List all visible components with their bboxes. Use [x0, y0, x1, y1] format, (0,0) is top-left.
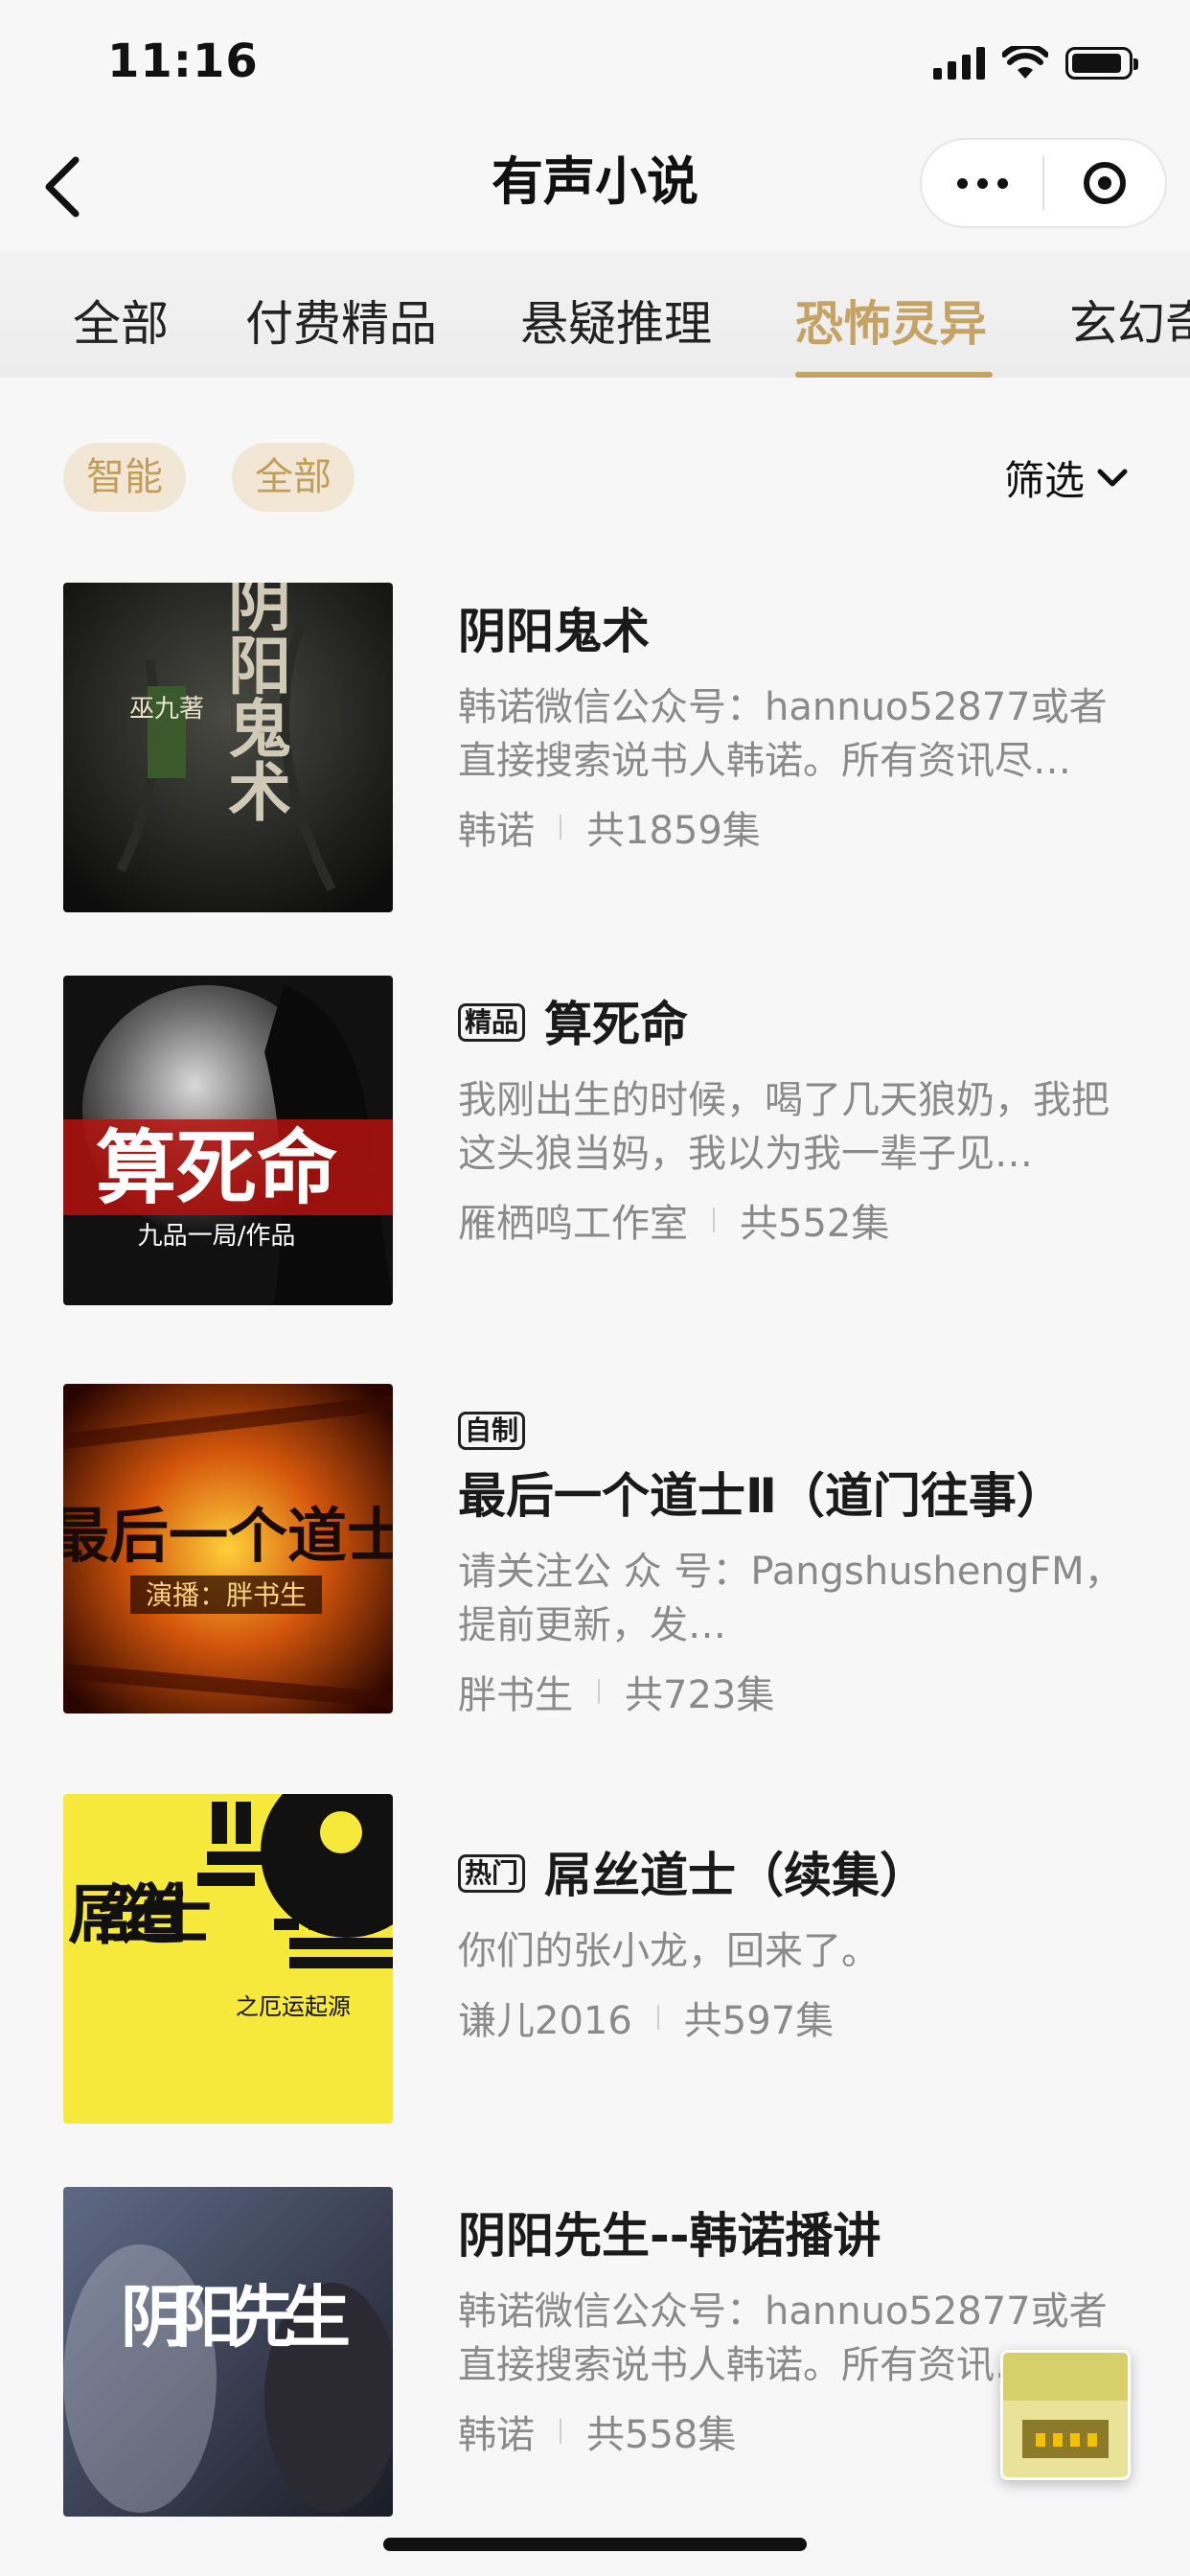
- cover-author: 巫九著: [129, 695, 204, 724]
- book-cover: 算死命 九品一局/作品: [63, 976, 393, 1305]
- back-button[interactable]: [19, 144, 105, 230]
- book-description: 我刚出生的时候，喝了几天狼奶，我把这头狼当妈，我以为我一辈子见…: [458, 1078, 1110, 1176]
- tab-fantasy[interactable]: 玄幻奇: [1069, 286, 1190, 355]
- active-tab-indicator: [795, 372, 993, 378]
- cover-author: 之厄运起源: [236, 1993, 351, 2020]
- status-time: 11:16: [107, 34, 259, 88]
- category-tabs: 全部 付费精品 悬疑推理 恐怖灵异 玄幻奇: [0, 251, 1190, 378]
- book-cover: 屌丝道士 之厄运起源: [63, 1794, 393, 2124]
- meta-divider: [656, 2005, 659, 2030]
- book-item[interactable]: 算死命 九品一局/作品 精品 算死命 我刚出生的时候，喝了几天狼奶，我把这头狼当妈…: [63, 976, 1136, 1305]
- book-author: 韩诺: [458, 809, 535, 853]
- cover-author: 演播：胖书生: [146, 1579, 307, 1611]
- book-tag: 自制: [458, 1412, 526, 1450]
- book-item[interactable]: 屌丝道士 之厄运起源 热门 屌丝道士（续集） 你们的张小龙，回来了。 谦儿2016…: [63, 1794, 1136, 2124]
- book-title-row: 热门 屌丝道士（续集）: [458, 1844, 1136, 1907]
- book-tag: 精品: [458, 1003, 526, 1042]
- book-episodes: 共723集: [625, 1673, 775, 1717]
- cover-author: 九品一局/作品: [138, 1222, 296, 1251]
- tab-all[interactable]: 全部: [73, 286, 169, 355]
- book-episodes: 共1859集: [586, 809, 761, 853]
- cover-title: 算死命: [96, 1120, 337, 1215]
- meta-divider: [560, 2419, 561, 2444]
- book-episodes: 共552集: [740, 1202, 890, 1246]
- book-title: 阴阳先生--韩诺播讲: [458, 2208, 881, 2264]
- wifi-icon: [1002, 46, 1048, 79]
- book-description: 你们的张小龙，回来了。: [458, 1929, 880, 1973]
- cover-title: 屌丝道士: [68, 1877, 212, 1954]
- book-title: 最后一个道士Ⅱ（道门往事）: [458, 1468, 1064, 1524]
- book-cover: 阴阳先生: [63, 2187, 393, 2517]
- meta-divider: [713, 1208, 715, 1232]
- filter-button[interactable]: 筛选: [1004, 448, 1129, 507]
- more-button[interactable]: [922, 140, 1042, 226]
- book-cover: 巫九著 阴阳鬼术: [63, 583, 393, 912]
- chevron-left-icon: [45, 156, 80, 218]
- book-author: 韩诺: [458, 2413, 535, 2457]
- more-dots-icon: [956, 177, 1008, 189]
- tab-paid-premium[interactable]: 付费精品: [245, 286, 437, 355]
- book-title: 阴阳鬼术: [458, 604, 650, 659]
- book-episodes: 共558集: [586, 2413, 737, 2457]
- battery-icon: [1065, 47, 1138, 80]
- mini-program-capsule: [920, 138, 1167, 228]
- book-description: 请关注公 众 号：PangshushengFM，提前更新，发…: [458, 1550, 1123, 1647]
- book-item[interactable]: 最后一个道士 演播：胖书生 自制最后一个道士Ⅱ（道门往事） 请关注公 众 号：P…: [63, 1384, 1136, 1717]
- target-icon: [1083, 162, 1126, 204]
- book-title: 屌丝道士（续集）: [544, 1848, 928, 1903]
- close-miniprogram-button[interactable]: [1044, 140, 1165, 226]
- cover-title: 最后一个道士: [63, 1501, 393, 1571]
- chevron-down-icon: [1097, 469, 1128, 486]
- book-item[interactable]: 阴阳先生 阴阳先生--韩诺播讲 韩诺微信公众号：hannuo52877或者直接搜…: [63, 2187, 1136, 2517]
- signal-icon: [933, 47, 985, 80]
- book-author: 雁栖鸣工作室: [458, 1202, 688, 1246]
- book-tag: 热门: [458, 1854, 526, 1893]
- book-author: 谦儿2016: [458, 1999, 632, 2043]
- book-item[interactable]: 巫九著 阴阳鬼术 阴阳鬼术 韩诺微信公众号：hannuo52877或者直接搜索说…: [63, 583, 1136, 912]
- meta-divider: [560, 815, 561, 840]
- filter-label: 筛选: [1003, 457, 1085, 504]
- filter-chip-all[interactable]: 全部: [232, 443, 355, 512]
- cover-title: 阴阳鬼术: [217, 583, 292, 822]
- book-title-row: 自制最后一个道士Ⅱ（道门往事）: [458, 1401, 1136, 1528]
- tab-horror[interactable]: 恐怖灵异: [795, 286, 987, 355]
- book-title-row: 精品 算死命: [458, 993, 1136, 1056]
- filter-chip-smart[interactable]: 智能: [63, 443, 186, 512]
- status-icons: [933, 46, 1138, 80]
- book-episodes: 共597集: [683, 1999, 835, 2043]
- cover-title: 阴阳先生: [121, 2277, 351, 2357]
- home-indicator: [383, 2538, 807, 2551]
- book-title: 算死命: [544, 997, 689, 1052]
- meta-divider: [598, 1679, 600, 1704]
- floating-player-thumbnail[interactable]: [1000, 2350, 1131, 2480]
- book-cover: 最后一个道士 演播：胖书生: [63, 1384, 393, 1714]
- book-description: 韩诺微信公众号：hannuo52877或者直接搜索说书人韩诺。所有资讯尽…: [458, 685, 1108, 783]
- tab-mystery[interactable]: 悬疑推理: [520, 286, 712, 355]
- book-author: 胖书生: [458, 1673, 573, 1717]
